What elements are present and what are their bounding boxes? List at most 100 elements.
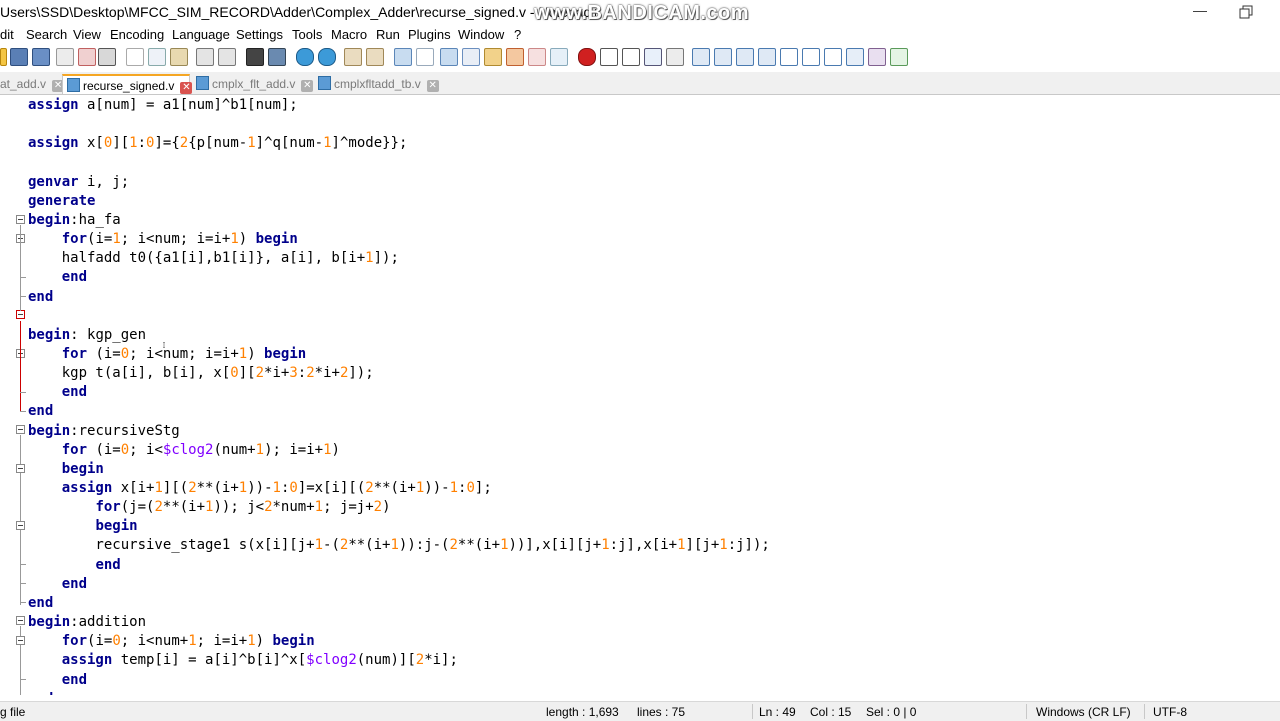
menu-settings[interactable]: Settings — [236, 27, 283, 42]
code-line[interactable]: assign x[i+1][(2**(i+1))-1:0]=x[i][(2**(… — [28, 479, 492, 498]
zoom-in-icon[interactable] — [296, 48, 314, 66]
open-file-icon[interactable] — [0, 48, 7, 66]
menu-tools[interactable]: Tools — [292, 27, 322, 42]
cut-icon[interactable] — [126, 48, 144, 66]
print-icon[interactable] — [98, 48, 116, 66]
menu-plugins[interactable]: Plugins — [408, 27, 451, 42]
menu-view[interactable]: View — [73, 27, 101, 42]
last-diff-icon[interactable] — [824, 48, 842, 66]
close-tab-icon[interactable]: ✕ — [180, 82, 193, 94]
compare-svn-icon[interactable] — [736, 48, 754, 66]
code-line[interactable]: assign x[0][1:0]={2{p[num-1]^q[num-1]^mo… — [28, 134, 407, 153]
code-line[interactable]: recursive_stage1 s(x[i][j+1-(2**(i+1)):j… — [28, 536, 769, 555]
stop-macro-icon[interactable] — [600, 48, 618, 66]
close-tab-icon[interactable]: ✕ — [301, 80, 314, 92]
code-line[interactable]: for (i=0; i<num; i=i+1) begin — [28, 345, 306, 364]
next-diff-icon[interactable] — [802, 48, 820, 66]
tab-cmplxfltadd-tb[interactable]: cmplxfltadd_tb.v ✕ — [314, 74, 439, 94]
play-macro-icon[interactable] — [622, 48, 640, 66]
indent-guide-icon[interactable] — [440, 48, 458, 66]
code-line[interactable]: assign temp[i] = a[i]^b[i]^x[$clog2(num)… — [28, 651, 458, 670]
code-line[interactable]: end — [28, 556, 120, 575]
function-list-icon[interactable] — [506, 48, 524, 66]
menu-macro[interactable]: Macro — [331, 27, 367, 42]
sync-horizontal-icon[interactable] — [366, 48, 384, 66]
fold-toggle-icon[interactable] — [16, 310, 25, 319]
fold-toggle-icon[interactable] — [16, 425, 25, 434]
code-line[interactable]: assign a[num] = a1[num]^b1[num]; — [28, 96, 298, 115]
folder-workspace-icon[interactable] — [528, 48, 546, 66]
code-line[interactable]: halfadd t0({a1[i],b1[i]}, a[i], b[i+1]); — [28, 249, 399, 268]
replace-icon[interactable] — [268, 48, 286, 66]
code-line[interactable]: end — [28, 268, 87, 287]
zoom-out-icon[interactable] — [318, 48, 336, 66]
code-line[interactable]: begin:recursiveStg — [28, 422, 180, 441]
code-line[interactable]: begin:ha_fa — [28, 211, 121, 230]
tab-cmplx-flt-add[interactable]: cmplx_flt_add.v ✕ — [192, 74, 314, 94]
code-line[interactable]: for(i=0; i<num+1; i=i+1) begin — [28, 632, 315, 651]
code-line[interactable]: begin: kgp_gen — [28, 326, 146, 345]
code-line[interactable]: begin — [28, 517, 137, 536]
menu-window[interactable]: Window — [458, 27, 504, 42]
status-eol[interactable]: Windows (CR LF) — [1036, 705, 1131, 719]
code-line[interactable]: for(j=(2**(i+1)); j<2*num+1; j=j+2) — [28, 498, 390, 517]
redo-icon[interactable] — [218, 48, 236, 66]
record-macro-icon[interactable] — [578, 48, 596, 66]
doc-map-icon[interactable] — [484, 48, 502, 66]
restore-icon[interactable] — [1238, 4, 1254, 20]
paste-icon[interactable] — [170, 48, 188, 66]
code-line[interactable]: end — [28, 671, 87, 690]
close-all-icon[interactable] — [78, 48, 96, 66]
tab-at-add[interactable]: at_add.v ✕ — [0, 74, 65, 94]
code-line[interactable]: begin:addition — [28, 613, 146, 632]
code-line[interactable]: begin — [28, 460, 104, 479]
save-all-icon[interactable] — [32, 48, 50, 66]
code-line[interactable]: for (i=0; i<$clog2(num+1); i=i+1) — [28, 441, 340, 460]
monitoring-icon[interactable] — [550, 48, 568, 66]
code-line[interactable]: kgp t(a[i], b[i], x[0][2*i+3:2*i+2]); — [28, 364, 374, 383]
code-line[interactable]: end — [28, 690, 53, 695]
run-macro-multiple-icon[interactable] — [644, 48, 662, 66]
menu-run[interactable]: Run — [376, 27, 400, 42]
fold-toggle-icon[interactable] — [16, 616, 25, 625]
menu-search[interactable]: Search — [26, 27, 67, 42]
code-line[interactable]: end — [28, 594, 53, 613]
menu-edit[interactable]: dit — [0, 27, 14, 42]
code-line[interactable]: end — [28, 402, 53, 421]
save-macro-icon[interactable] — [666, 48, 684, 66]
code-line[interactable]: end — [28, 383, 87, 402]
code-line[interactable]: genvar i, j; — [28, 173, 129, 192]
compare-last-save-icon[interactable] — [714, 48, 732, 66]
close-file-icon[interactable] — [56, 48, 74, 66]
udl-icon[interactable] — [462, 48, 480, 66]
fold-toggle-icon[interactable] — [16, 464, 25, 473]
save-icon[interactable] — [10, 48, 28, 66]
status-encoding[interactable]: UTF-8 — [1153, 705, 1187, 719]
code-line[interactable]: generate — [28, 192, 95, 211]
code-line[interactable]: for(i=1; i<num; i=i+1) begin — [28, 230, 298, 249]
find-icon[interactable] — [246, 48, 264, 66]
spell-check-icon[interactable] — [868, 48, 886, 66]
sync-vertical-icon[interactable] — [344, 48, 362, 66]
close-tab-icon[interactable]: ✕ — [426, 80, 439, 92]
fold-margin[interactable] — [12, 95, 26, 695]
previous-diff-icon[interactable] — [780, 48, 798, 66]
tab-recurse-signed[interactable]: recurse_signed.v ✕ — [62, 74, 193, 94]
copy-icon[interactable] — [148, 48, 166, 66]
show-all-chars-icon[interactable] — [416, 48, 434, 66]
fold-toggle-icon[interactable] — [16, 521, 25, 530]
code-editor[interactable]: assign a[num] = a1[num]^b1[num]; assign x… — [0, 95, 1280, 695]
menu-encoding[interactable]: Encoding — [110, 27, 164, 42]
word-wrap-icon[interactable] — [394, 48, 412, 66]
auto-check-icon[interactable] — [890, 48, 908, 66]
code-line[interactable]: end — [28, 575, 87, 594]
menu-help[interactable]: ? — [514, 27, 521, 42]
menu-language[interactable]: Language — [172, 27, 230, 42]
undo-icon[interactable] — [196, 48, 214, 66]
code-line[interactable]: end — [28, 288, 53, 307]
clear-compare-icon[interactable] — [758, 48, 776, 66]
navigation-bar-icon[interactable] — [846, 48, 864, 66]
minimize-icon[interactable]: — — [1190, 2, 1210, 22]
fold-toggle-icon[interactable] — [16, 636, 25, 645]
compare-icon[interactable] — [692, 48, 710, 66]
